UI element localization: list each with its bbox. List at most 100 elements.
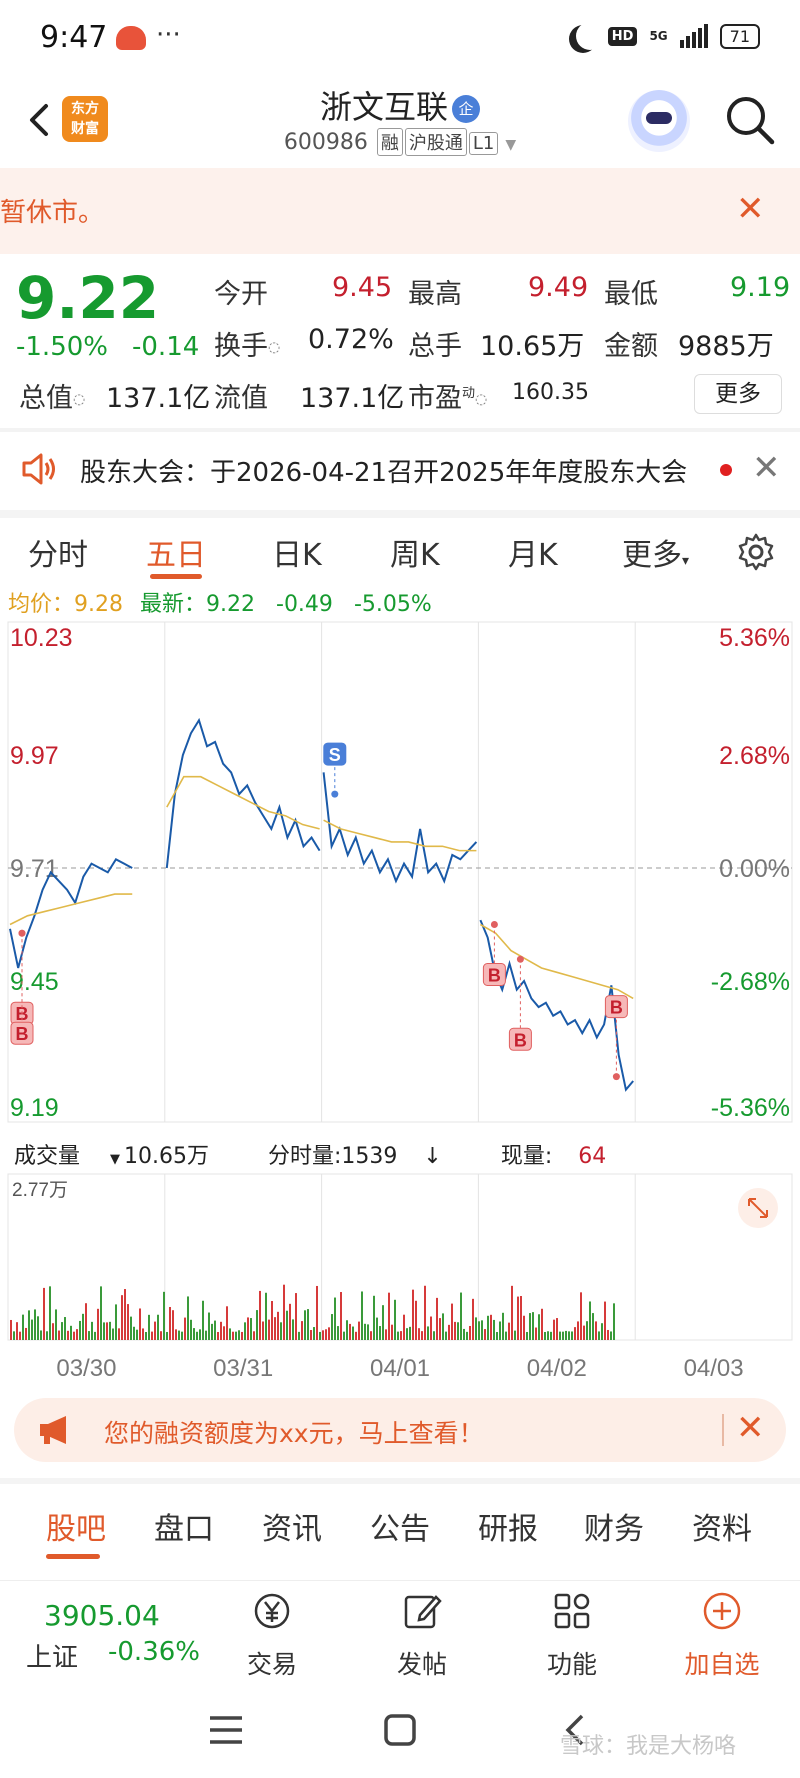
- x-tick-label: 03/30: [56, 1355, 116, 1382]
- volume-bar: [19, 1331, 21, 1340]
- volume-bar: [367, 1324, 369, 1340]
- price-line: [165, 717, 321, 869]
- volume-bar: [268, 1319, 270, 1340]
- volume-bar: [280, 1322, 282, 1340]
- trade-button[interactable]: 交易: [222, 1591, 322, 1681]
- volume-bar: [277, 1311, 279, 1340]
- tab-five-day[interactable]: 五日: [146, 530, 206, 574]
- x-tick-label: 04/01: [370, 1355, 430, 1382]
- volume-bar: [370, 1331, 372, 1340]
- volume-bar: [397, 1331, 399, 1340]
- tab-announcements[interactable]: 公告: [370, 1504, 430, 1548]
- gear-icon[interactable]: [736, 532, 776, 572]
- add-watchlist-button[interactable]: 加自选: [672, 1591, 772, 1681]
- volume-bar: [289, 1303, 291, 1340]
- tab-intraday[interactable]: 分时: [28, 530, 88, 574]
- info-icon[interactable]: ◌: [73, 392, 85, 408]
- menu-icon[interactable]: [206, 1712, 246, 1748]
- volume-bar: [469, 1325, 471, 1340]
- close-icon[interactable]: ✕: [752, 448, 781, 488]
- info-icon[interactable]: ◌: [268, 340, 280, 356]
- volume-selector[interactable]: 成交量 ▼ 10.65万: [14, 1144, 235, 1169]
- volume-bar: [433, 1331, 435, 1340]
- five-day-chart[interactable]: 10.23 9.97 9.71 9.45 9.19 5.36% 2.68% 0.00% -2.6…: [0, 618, 800, 1390]
- post-button[interactable]: 发帖: [372, 1591, 472, 1681]
- enterprise-badge: 企: [452, 95, 480, 123]
- y-tick-right: 0.00%: [719, 855, 790, 883]
- volume-bar: [52, 1323, 54, 1340]
- volume-bar: [418, 1328, 420, 1340]
- close-icon[interactable]: ✕: [736, 192, 765, 226]
- tab-orderbook[interactable]: 盘口: [154, 1504, 214, 1548]
- volume-bar: [46, 1331, 48, 1340]
- volume-bar: [595, 1321, 597, 1340]
- volume-bar: [394, 1299, 396, 1340]
- home-icon[interactable]: [380, 1712, 420, 1748]
- unread-dot: [720, 464, 732, 476]
- info-icon[interactable]: ◌: [475, 392, 487, 408]
- tab-daily-k[interactable]: 日K: [272, 530, 322, 574]
- volume-bar: [196, 1331, 198, 1340]
- volume-bar: [568, 1331, 570, 1340]
- tab-forum[interactable]: 股吧: [46, 1504, 106, 1548]
- volume-bar: [457, 1322, 459, 1340]
- tab-monthly-k[interactable]: 月K: [508, 530, 558, 574]
- volume-bar: [553, 1319, 555, 1340]
- functions-label: 功能: [546, 1650, 597, 1679]
- high-label: 最高: [408, 279, 462, 310]
- tab-more[interactable]: 更多▾: [622, 530, 689, 574]
- volume-bar: [592, 1313, 594, 1340]
- more-quote-button[interactable]: 更多: [694, 374, 782, 414]
- network-type: 5G: [649, 29, 668, 43]
- volume-bar: [562, 1331, 564, 1340]
- volume-bar: [232, 1331, 234, 1340]
- x-tick-label: 04/03: [684, 1355, 744, 1382]
- assistant-robot-icon[interactable]: [628, 90, 690, 152]
- volume-bar: [379, 1326, 381, 1340]
- functions-button[interactable]: 功能: [522, 1591, 622, 1681]
- volume-bar: [160, 1331, 162, 1340]
- close-icon[interactable]: ✕: [736, 1408, 765, 1448]
- notice-bar[interactable]: 暂休市。 ✕: [0, 168, 800, 254]
- connect-tag: 沪股通: [404, 128, 467, 156]
- volume-bar: [364, 1323, 366, 1340]
- tab-weekly-k[interactable]: 周K: [390, 530, 440, 574]
- y-tick-right: -5.36%: [711, 1094, 790, 1122]
- volume-bar: [145, 1331, 147, 1340]
- trade-label: 交易: [246, 1650, 297, 1679]
- volume-bar: [133, 1326, 135, 1340]
- volume-bar: [157, 1314, 159, 1340]
- volume-bar: [583, 1325, 585, 1340]
- volume-bar: [550, 1331, 552, 1340]
- volume-bar: [121, 1295, 123, 1340]
- search-icon[interactable]: [724, 94, 776, 146]
- volume-bar: [265, 1292, 267, 1340]
- volume-bar: [235, 1331, 237, 1340]
- index-name[interactable]: 上证: [26, 1637, 78, 1674]
- low-label: 最低: [604, 279, 658, 310]
- volume-total: 10.65万: [124, 1144, 209, 1169]
- tab-profile[interactable]: 资料: [692, 1504, 752, 1548]
- index-value[interactable]: 3905.04: [44, 1599, 160, 1632]
- tab-news[interactable]: 资讯: [262, 1504, 322, 1548]
- volume-bar: [514, 1330, 516, 1340]
- volume-bar: [556, 1318, 558, 1340]
- volume-label: 总手: [408, 331, 462, 362]
- dropdown-icon: ▼: [110, 1152, 121, 1167]
- volume-bar: [13, 1331, 15, 1340]
- volume-bar: [193, 1328, 195, 1340]
- amount-label: 金额: [604, 331, 658, 362]
- volume-bar: [352, 1326, 354, 1340]
- volume-bar: [253, 1331, 255, 1340]
- tab-research[interactable]: 研报: [478, 1504, 538, 1548]
- buy-marker-label: B: [514, 1030, 527, 1050]
- announcement-bar[interactable]: 股东大会：于2026-04-21召开2025年年度股东大会 ✕: [0, 434, 800, 504]
- amount-value: 9885万: [678, 331, 774, 362]
- divider: [722, 1414, 724, 1446]
- tab-financials[interactable]: 财务: [584, 1504, 644, 1548]
- volume-bar: [70, 1325, 72, 1340]
- watermark: 雪球：我是大杨咯: [560, 1734, 737, 1759]
- margin-promo-banner[interactable]: 您的融资额度为xx元，马上查看！ ✕: [14, 1398, 786, 1462]
- current-volume: 现量: 64: [501, 1144, 632, 1169]
- volume-bar: [94, 1331, 96, 1340]
